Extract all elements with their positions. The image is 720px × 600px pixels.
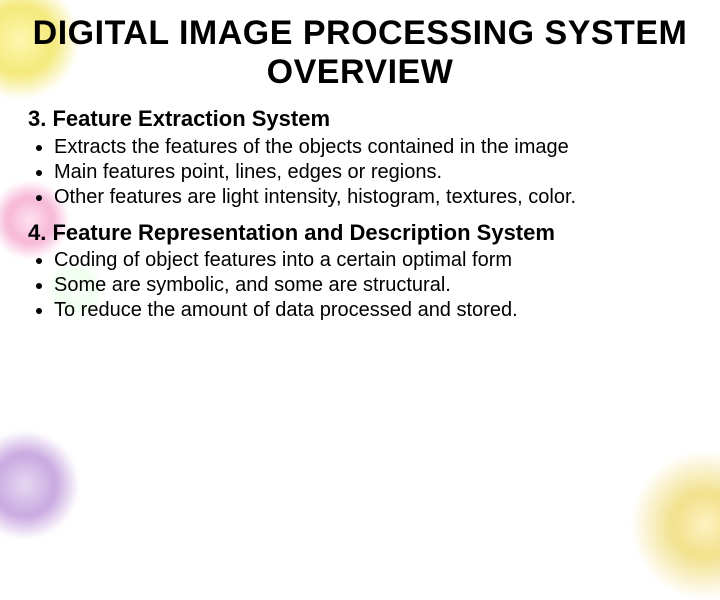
slide-title: DIGITAL IMAGE PROCESSING SYSTEM OVERVIEW [28, 14, 692, 92]
bullet-item: Main features point, lines, edges or reg… [54, 160, 692, 185]
bullet-list: Coding of object features into a certain… [28, 248, 692, 323]
bullet-list: Extracts the features of the objects con… [28, 135, 692, 210]
section-heading: 4. Feature Representation and Descriptio… [28, 220, 692, 246]
decor-blob [0, 430, 80, 540]
section-heading: 3. Feature Extraction System [28, 106, 692, 132]
decor-blob [630, 450, 720, 600]
bullet-item: Extracts the features of the objects con… [54, 135, 692, 160]
bullet-item: Other features are light intensity, hist… [54, 185, 692, 210]
slide-content: DIGITAL IMAGE PROCESSING SYSTEM OVERVIEW… [0, 0, 720, 323]
bullet-item: To reduce the amount of data processed a… [54, 298, 692, 323]
bullet-item: Some are symbolic, and some are structur… [54, 273, 692, 298]
bullet-item: Coding of object features into a certain… [54, 248, 692, 273]
